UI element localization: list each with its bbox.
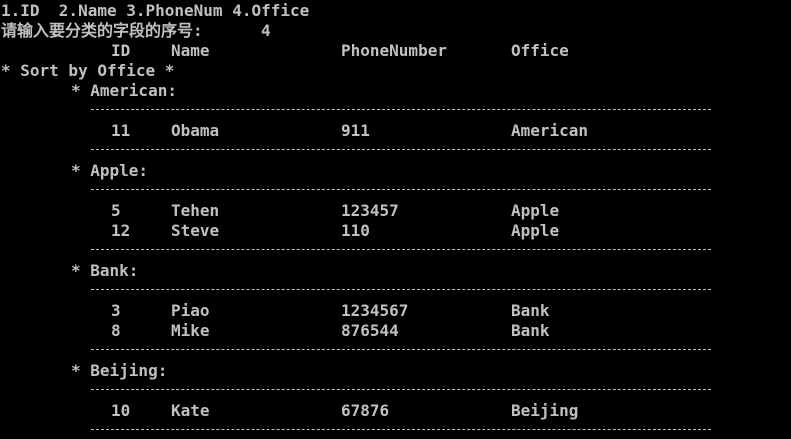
column-header-row: ID Name PhoneNumber Office — [0, 41, 569, 61]
cell-phone: 1234567 — [341, 301, 409, 320]
cell-name: Kate — [171, 401, 210, 420]
cell-phone: 123457 — [341, 201, 399, 220]
group-header-american: * American: — [0, 81, 177, 101]
menu-text: 1.ID 2.Name 3.PhoneNum 4.Office — [1, 1, 310, 20]
menu-line: 1.ID 2.Name 3.PhoneNum 4.Office — [0, 1, 309, 21]
cell-office: Apple — [511, 221, 560, 240]
cell-phone: 876544 — [341, 321, 399, 340]
cell-phone: 911 — [341, 121, 370, 140]
table-row: 12 Steve 110 Apple — [0, 221, 559, 241]
prompt-text: 请输入要分类的字段的序号: — [1, 21, 203, 40]
cell-id: 12 — [111, 221, 131, 240]
separator-line — [91, 249, 711, 250]
cell-office: American — [511, 121, 589, 140]
console-window[interactable]: 1.ID 2.Name 3.PhoneNum 4.Office 请输入要分类的字… — [0, 0, 791, 439]
cell-id: 11 — [111, 121, 131, 140]
group-header-bank: * Bank: — [0, 261, 138, 281]
cell-office: Apple — [511, 201, 560, 220]
prompt-line: 请输入要分类的字段的序号: 4 — [0, 21, 271, 41]
prompt-value: 4 — [261, 21, 271, 40]
table-row: 5 Tehen 123457 Apple — [0, 201, 559, 221]
group-label: * Beijing: — [71, 361, 168, 380]
table-row: 3 Piao 1234567 Bank — [0, 301, 550, 321]
cell-name: Obama — [171, 121, 220, 140]
separator-line — [91, 429, 711, 430]
separator-line — [91, 289, 711, 290]
group-label: * Bank: — [71, 261, 139, 280]
cell-name: Piao — [171, 301, 210, 320]
group-header-beijing: * Beijing: — [0, 361, 167, 381]
header-office: Office — [511, 41, 569, 60]
separator-line — [91, 189, 711, 190]
header-id: ID — [111, 41, 131, 60]
cell-name: Mike — [171, 321, 210, 340]
table-row: 11 Obama 911 American — [0, 121, 588, 141]
separator-line — [91, 149, 711, 150]
table-row: 10 Kate 67876 Beijing — [0, 401, 578, 421]
group-header-apple: * Apple: — [0, 161, 148, 181]
cell-office: Bank — [511, 301, 550, 320]
sort-title-line: * Sort by Office * — [0, 61, 174, 81]
cell-phone: 110 — [341, 221, 370, 240]
group-label: * American: — [71, 81, 177, 100]
cell-name: Tehen — [171, 201, 220, 220]
separator-line — [91, 389, 711, 390]
header-name: Name — [171, 41, 210, 60]
sort-title: * Sort by Office * — [1, 61, 175, 80]
group-label: * Apple: — [71, 161, 149, 180]
separator-line — [91, 349, 711, 350]
separator-line — [91, 109, 711, 110]
cell-office: Beijing — [511, 401, 579, 420]
cell-phone: 67876 — [341, 401, 390, 420]
cell-id: 3 — [111, 301, 121, 320]
header-phone: PhoneNumber — [341, 41, 447, 60]
table-row: 8 Mike 876544 Bank — [0, 321, 550, 341]
cell-id: 10 — [111, 401, 131, 420]
cell-id: 8 — [111, 321, 121, 340]
cell-office: Bank — [511, 321, 550, 340]
cell-name: Steve — [171, 221, 220, 240]
cell-id: 5 — [111, 201, 121, 220]
